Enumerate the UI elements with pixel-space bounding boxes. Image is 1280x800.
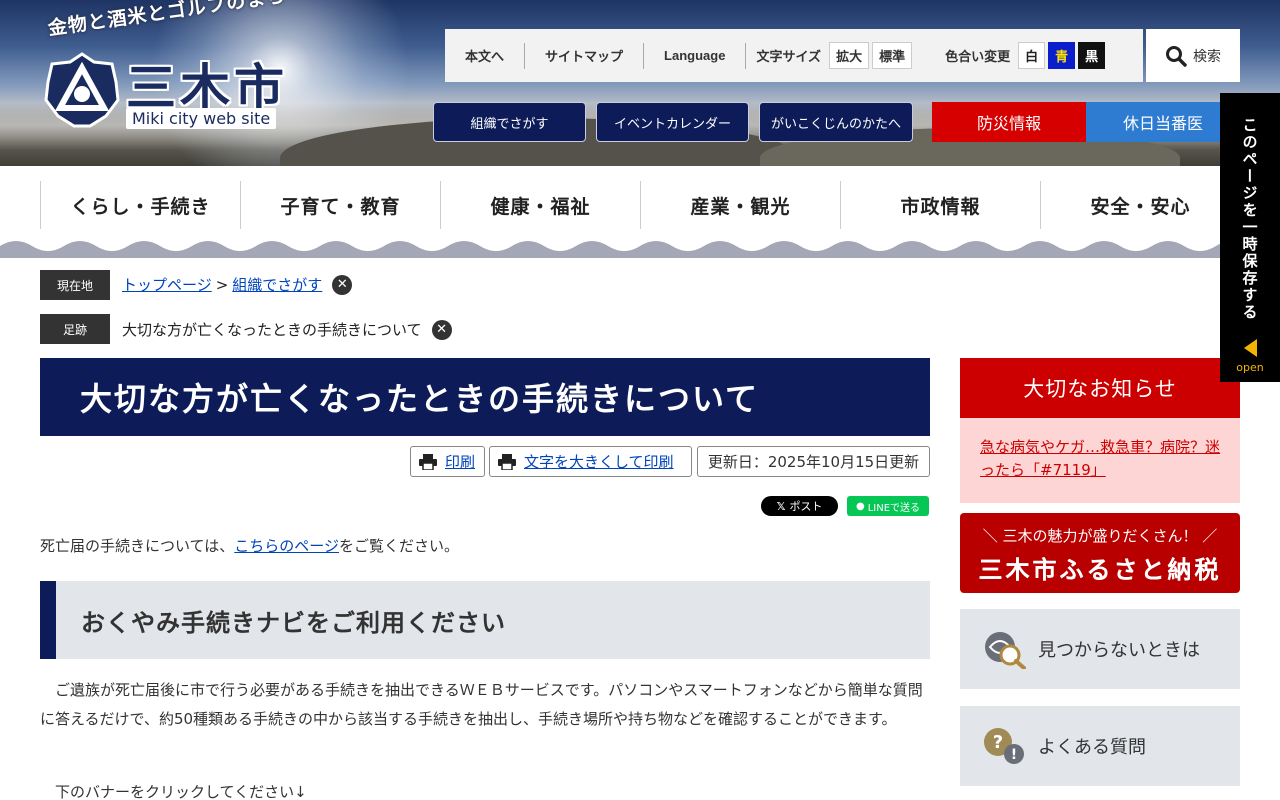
font-enlarge-button[interactable]: 拡大 [829,42,870,69]
faq-button[interactable]: ? ! よくある質問 [960,706,1240,786]
updated-date: 更新日：2025年10月15日更新 [697,446,930,477]
death-registration-link[interactable]: こちらのページ [234,537,339,555]
furusato-nozei-banner[interactable]: ＼ 三木の魅力が盛りだくさん！ ／ 三木市ふるさと納税 [960,513,1240,593]
line-share-label: LINEで送る [867,502,921,514]
svg-text:!: ! [1011,747,1017,763]
org-search-button[interactable]: 組織でさがす [433,102,586,142]
svg-text:?: ? [993,732,1003,753]
important-notice-body: 急な病気やケガ…救急車？病院？迷ったら「#7119」 [960,418,1240,503]
print-label: 印刷 [445,453,476,471]
intro-after: をご覧ください。 [338,537,459,555]
print-large-label: 文字を大きくして印刷 [524,453,674,471]
furusato-catch: ＼ 三木の魅力が盛りだくさん！ ／ [982,527,1218,545]
section-body-2: 下のバナーをクリックしてください↓ [55,783,307,800]
page-title: 大切な方が亡くなったときの手続きについて [40,358,930,436]
print-button[interactable]: 印刷 [410,446,485,477]
wave-divider [0,241,1280,258]
gnav-childcare[interactable]: 子育て・教育 [240,181,440,229]
breadcrumb-separator: > [215,275,229,294]
emergency-7119-link[interactable]: 急な病気やケガ…救急車？病院？迷ったら「#7119」 [980,438,1220,479]
faq-icon: ? ! [984,728,1024,764]
history-trail: 大切な方が亡くなったときの手続きについて ✕ [122,319,452,340]
global-nav: くらし・手続き 子育て・教育 健康・福祉 産業・観光 市政情報 安全・安心 [40,181,1240,229]
color-blue-button[interactable]: 青 [1048,42,1076,69]
holiday-doctor-button[interactable]: 休日当番医 [1086,102,1240,142]
line-share-button[interactable]: ● LINEで送る [847,496,929,516]
gnav-safety[interactable]: 安全・安心 [1040,181,1240,229]
font-size-group: 文字サイズ 拡大 標準 [746,42,925,69]
site-subtitle: Miki city web site [126,108,277,129]
section-heading: おくやみ手続きナビをご利用ください [40,581,930,659]
section-body: ご遺族が死亡届後に市で行う必要がある手続きを抽出できるＷＥＢサービスです。パソコ… [40,681,923,728]
search-help-icon [985,632,1026,669]
not-found-label: 見つからないときは [1038,640,1200,661]
search-icon [1166,45,1187,67]
color-white-button[interactable]: 白 [1018,42,1046,69]
breadcrumb-org-link[interactable]: 組織でさがす [232,274,322,295]
foreigners-button[interactable]: がいこくじんのかたへ [759,102,913,142]
current-location-tag: 現在地 [40,270,110,300]
sitemap-link[interactable]: サイトマップ [525,42,645,69]
search-label: 検索 [1193,47,1221,64]
x-post-button[interactable]: 𝕏 ポスト [761,496,838,516]
skip-to-content-link[interactable]: 本文へ [445,42,526,69]
disaster-info-button[interactable]: 防災情報 [932,102,1086,142]
gnav-industry[interactable]: 産業・観光 [640,181,840,229]
faq-label: よくある質問 [1038,737,1146,758]
history-item[interactable]: 大切な方が亡くなったときの手続きについて [122,319,422,340]
event-calendar-button[interactable]: イベントカレンダー [596,102,749,142]
furusato-title: 三木市ふるさと納税 [978,556,1222,584]
print-large-button[interactable]: 文字を大きくして印刷 [489,446,692,477]
font-standard-button[interactable]: 標準 [872,42,913,69]
line-icon: ● [855,500,865,512]
save-page-label: このページを一時保存する [1240,117,1259,321]
printer-icon [419,453,437,470]
x-icon: 𝕏 [776,499,786,513]
site-header: 金物と酒米とゴルフのまち 三木市 Miki city web site 本文へ … [0,0,1280,166]
arrow-left-icon [1243,339,1257,357]
gnav-health[interactable]: 健康・福祉 [440,181,640,229]
x-post-label: ポスト [789,500,823,513]
search-button[interactable]: 検索 [1146,29,1240,82]
font-size-label: 文字サイズ [756,49,822,64]
breadcrumb: トップページ > 組織でさがす ✕ [122,274,353,295]
important-notice-heading: 大切なお知らせ [960,358,1240,418]
close-icon[interactable]: ✕ [431,319,452,340]
color-change-group: 色合い変更 白 青 黒 [925,42,1118,69]
printer-icon [498,453,516,470]
utility-bar: 本文へ サイトマップ Language 文字サイズ 拡大 標準 色合い変更 白 … [445,29,1143,82]
breadcrumb-home-link[interactable]: トップページ [122,274,212,295]
save-page-tab[interactable]: このページを一時保存する open [1220,93,1280,382]
city-emblem-icon[interactable] [42,50,122,130]
close-icon[interactable]: ✕ [332,274,353,295]
not-found-button[interactable]: 見つからないときは [960,609,1240,689]
intro-before: 死亡届の手続きについては、 [40,537,235,555]
color-black-button[interactable]: 黒 [1078,42,1106,69]
history-tag: 足跡 [40,314,110,344]
color-change-label: 色合い変更 [945,49,1011,64]
gnav-living[interactable]: くらし・手続き [40,181,240,229]
language-link[interactable]: Language [644,42,747,69]
gnav-city-info[interactable]: 市政情報 [840,181,1040,229]
open-label: open [1236,361,1264,374]
intro-text: 死亡届の手続きについては、こちらのページをご覧ください。 [40,535,459,556]
